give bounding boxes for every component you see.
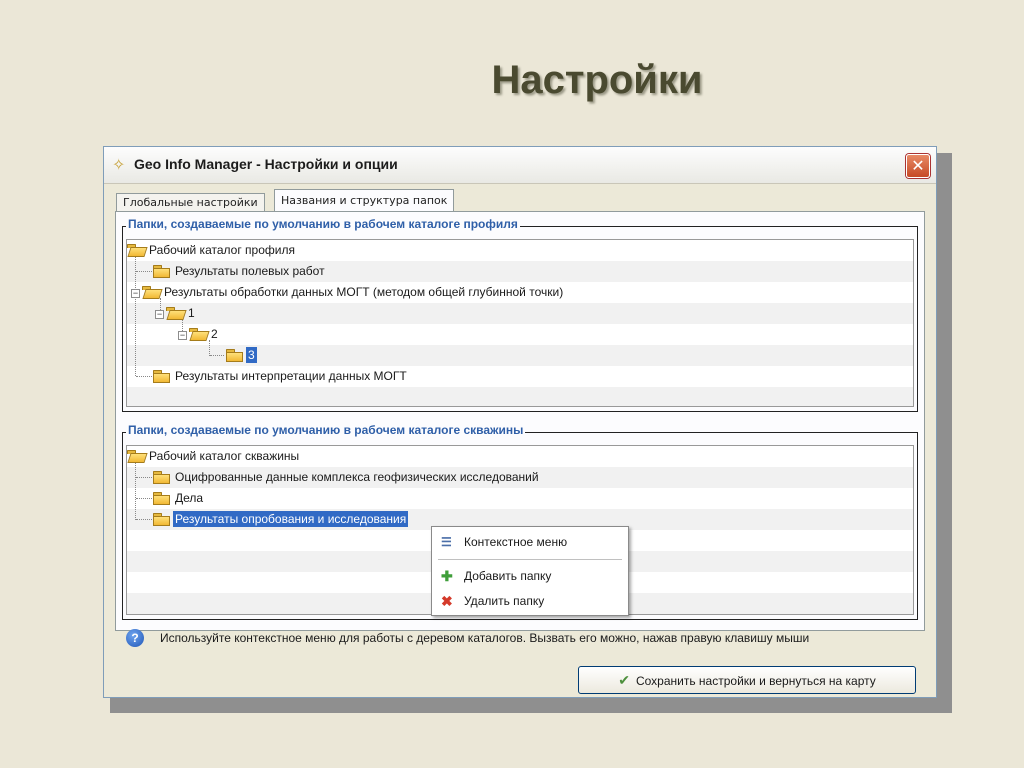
context-menu-delete-folder[interactable]: ✖ Удалить папку <box>432 590 628 612</box>
plus-icon: ✚ <box>441 568 453 584</box>
hint-text: Используйте контекстное меню для работы … <box>160 631 810 645</box>
folder-open-icon <box>142 286 159 298</box>
save-and-return-button[interactable]: ✔ Сохранить настройки и вернуться на карт… <box>578 666 916 694</box>
group-profile-folders: Папки, создаваемые по умолчанию в рабоче… <box>122 217 918 412</box>
context-menu: ☰ Контекстное меню ✚ Добавить папку ✖ Уд… <box>431 526 629 616</box>
tree-node-digitized-data[interactable]: Оцифрованные данные комплекса геофизичес… <box>153 467 541 488</box>
tree-node-well-root[interactable]: Рабочий каталог скважины <box>127 446 301 467</box>
hint-bar: ? Используйте контекстное меню для работ… <box>126 629 810 647</box>
folder-open-icon <box>166 307 183 319</box>
compass-star-icon: ✧ <box>112 155 126 174</box>
tree-node-testing-results[interactable]: Результаты опробования и исследования <box>153 509 409 530</box>
slide-title: Настройки <box>491 58 703 102</box>
save-check-icon: ✔ <box>618 672 630 688</box>
context-menu-add-folder[interactable]: ✚ Добавить папку <box>432 565 628 587</box>
tree-node-2[interactable]: −2 <box>178 324 220 345</box>
collapse-toggle-icon[interactable]: − <box>155 310 164 319</box>
tab-global-settings[interactable]: Глобальные настройки <box>116 193 265 212</box>
tree-node-cases[interactable]: Дела <box>153 488 205 509</box>
menu-list-icon: ☰ <box>441 535 452 549</box>
window-title: Geo Info Manager - Настройки и опции <box>134 156 398 172</box>
folder-open-icon <box>127 244 144 256</box>
tree-node-processing-results[interactable]: − Результаты обработки данных МОГТ (метод… <box>131 282 565 303</box>
folder-icon <box>153 513 170 526</box>
title-bar[interactable]: ✧ Geo Info Manager - Настройки и опции ✕ <box>104 147 936 184</box>
context-menu-header: ☰ Контекстное меню <box>432 531 628 553</box>
folder-icon <box>153 471 170 484</box>
group-well-legend: Папки, создаваемые по умолчанию в рабоче… <box>126 423 526 437</box>
folder-icon <box>153 492 170 505</box>
save-button-label: Сохранить настройки и вернуться на карту <box>635 674 876 688</box>
folder-open-icon <box>189 328 206 340</box>
folder-open-icon <box>127 450 144 462</box>
tree-node-3[interactable]: 3 <box>226 345 257 366</box>
folder-icon <box>153 265 170 278</box>
tab-folder-structure[interactable]: Названия и структура папок <box>274 189 455 212</box>
collapse-toggle-icon[interactable]: − <box>178 331 187 340</box>
close-button[interactable]: ✕ <box>906 154 930 178</box>
folder-icon <box>226 349 243 362</box>
tree-node-1[interactable]: −1 <box>155 303 197 324</box>
tree-node-interpretation-results[interactable]: Результаты интерпретации данных МОГТ <box>153 366 409 387</box>
help-icon: ? <box>126 629 144 647</box>
tree-node-profile-root[interactable]: Рабочий каталог профиля <box>127 240 297 261</box>
context-menu-separator <box>438 559 622 560</box>
tree-node-field-results[interactable]: Результаты полевых работ <box>153 261 327 282</box>
group-profile-legend: Папки, создаваемые по умолчанию в рабоче… <box>126 217 520 231</box>
collapse-toggle-icon[interactable]: − <box>131 289 140 298</box>
folder-icon <box>153 370 170 383</box>
delete-x-icon: ✖ <box>441 593 453 609</box>
profile-folder-tree[interactable]: Рабочий каталог профиля Результаты полев… <box>126 239 914 407</box>
